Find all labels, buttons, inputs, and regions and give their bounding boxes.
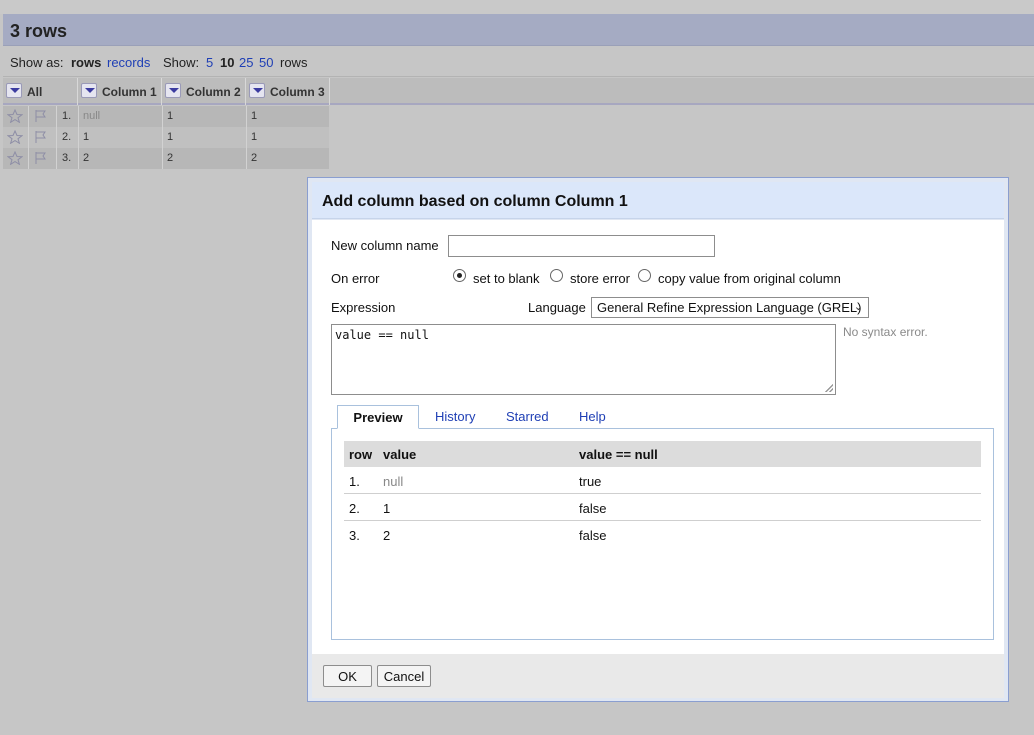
preview-row-result: false — [579, 528, 607, 543]
tab-preview-label: Preview — [353, 410, 403, 425]
star-icon[interactable] — [7, 151, 23, 165]
preview-row-index: 3. — [349, 528, 360, 543]
column-1-dropdown-icon[interactable] — [81, 83, 97, 98]
column-header-column-3: Column 3 — [246, 78, 330, 105]
cell-column-3[interactable]: 1 — [251, 131, 257, 143]
tab-preview[interactable]: Preview — [337, 405, 419, 429]
grid-row: 3. 2 2 2 — [3, 148, 329, 169]
dialog-title-bar[interactable]: Add column based on column Column 1 — [312, 182, 1004, 219]
preview-row: 1. null true — [344, 467, 981, 494]
preview-header-value: value — [383, 447, 417, 462]
new-column-name-input[interactable] — [448, 235, 715, 257]
show-as-label: Show as: — [10, 55, 64, 70]
cell-column-2[interactable]: 2 — [167, 152, 173, 164]
page-size-50[interactable]: 50 — [259, 55, 273, 70]
set-to-blank-label[interactable]: set to blank — [473, 271, 540, 286]
column-1-name: Column 1 — [102, 85, 157, 99]
tab-help-label: Help — [579, 409, 606, 424]
copy-value-label[interactable]: copy value from original column — [658, 271, 841, 286]
cell-column-2[interactable]: 1 — [167, 110, 173, 122]
row-count: 3 rows — [10, 21, 68, 41]
star-icon[interactable] — [7, 130, 23, 144]
column-header-column-1: Column 1 — [78, 78, 162, 105]
preview-row: 3. 2 false — [344, 521, 981, 548]
preview-row-value: 2 — [383, 528, 391, 543]
chevron-down-icon: ⌄ — [853, 301, 863, 313]
row-index: 1. — [62, 110, 72, 122]
preview-row-index: 2. — [349, 501, 360, 516]
show-label: Show: — [163, 55, 200, 70]
preview-row-result: false — [579, 501, 607, 516]
syntax-status: No syntax error. — [843, 325, 928, 339]
preview-row-index: 1. — [349, 474, 360, 489]
store-error-radio[interactable] — [550, 269, 563, 282]
tab-starred[interactable]: Starred — [506, 405, 549, 429]
cell-column-1[interactable]: 2 — [83, 152, 89, 164]
ok-button[interactable]: OK — [323, 665, 372, 687]
rows-suffix: rows — [280, 55, 308, 70]
tab-history[interactable]: History — [435, 405, 475, 429]
add-column-dialog: Add column based on column Column 1 New … — [307, 177, 1009, 702]
column-2-dropdown-icon[interactable] — [165, 83, 181, 98]
preview-row-value: null — [383, 474, 404, 489]
row-index: 2. — [62, 131, 72, 143]
expression-textarea[interactable]: value == null — [331, 324, 836, 395]
language-label: Language — [528, 300, 586, 315]
tab-help[interactable]: Help — [579, 405, 606, 429]
tab-history-label: History — [435, 409, 476, 424]
show-as-rows[interactable]: rows — [71, 55, 101, 70]
dialog-body: New column name On error set to blank st… — [312, 220, 1004, 654]
cell-column-1[interactable]: null — [83, 110, 100, 122]
star-icon[interactable] — [7, 109, 23, 123]
cell-column-3[interactable]: 1 — [251, 110, 257, 122]
column-3-dropdown-icon[interactable] — [249, 83, 265, 98]
cell-column-1[interactable]: 1 — [83, 131, 89, 143]
page-size-25[interactable]: 25 — [239, 55, 253, 70]
set-to-blank-radio[interactable] — [453, 269, 466, 282]
cell-column-2[interactable]: 1 — [167, 131, 173, 143]
expression-text: value == null — [335, 328, 429, 342]
preview-row-value: 1 — [383, 501, 391, 516]
on-error-label: On error — [331, 271, 380, 286]
grid-header: All Column 1 Column 2 Column 3 — [3, 78, 1034, 105]
view-bar: Show as: rows records Show: 5 10 25 50 r… — [3, 47, 1034, 77]
new-column-name-label: New column name — [331, 238, 439, 253]
flag-icon[interactable] — [33, 109, 49, 123]
page-size-5[interactable]: 5 — [206, 55, 213, 70]
cancel-button[interactable]: Cancel — [377, 665, 431, 687]
grid-row: 2. 1 1 1 — [3, 127, 329, 148]
cell-column-3[interactable]: 2 — [251, 152, 257, 164]
preview-row-result: true — [579, 474, 602, 489]
flag-icon[interactable] — [33, 130, 49, 144]
preview-table-header: row value value == null — [344, 441, 981, 467]
resize-grip-icon[interactable] — [825, 384, 833, 392]
language-select[interactable]: General Refine Expression Language (GREL… — [591, 297, 869, 318]
column-header-column-2: Column 2 — [162, 78, 246, 105]
preview-panel: row value value == null 1. null true 2. … — [331, 428, 994, 640]
tab-starred-label: Starred — [506, 409, 549, 424]
copy-value-radio[interactable] — [638, 269, 651, 282]
expression-label: Expression — [331, 300, 396, 315]
show-as-records-link[interactable]: records — [107, 55, 150, 70]
preview-header-result: value == null — [579, 447, 658, 462]
all-dropdown-icon[interactable] — [6, 83, 22, 98]
dialog-footer: OK Cancel — [312, 654, 1004, 698]
column-2-name: Column 2 — [186, 85, 241, 99]
row-index: 3. — [62, 152, 72, 164]
flag-icon[interactable] — [33, 151, 49, 165]
header-bar: 3 rows — [3, 14, 1034, 46]
all-label: All — [27, 85, 43, 99]
language-value: General Refine Expression Language (GREL… — [597, 300, 862, 315]
store-error-label[interactable]: store error — [570, 271, 630, 286]
column-3-name: Column 3 — [270, 85, 325, 99]
preview-header-row: row — [349, 447, 373, 462]
column-header-all: All — [3, 78, 78, 105]
grid-row: 1. null 1 1 — [3, 106, 329, 127]
preview-row: 2. 1 false — [344, 494, 981, 521]
top-strip — [0, 0, 1034, 14]
page-size-10[interactable]: 10 — [220, 55, 234, 70]
dialog-title: Add column based on column Column 1 — [322, 193, 628, 210]
